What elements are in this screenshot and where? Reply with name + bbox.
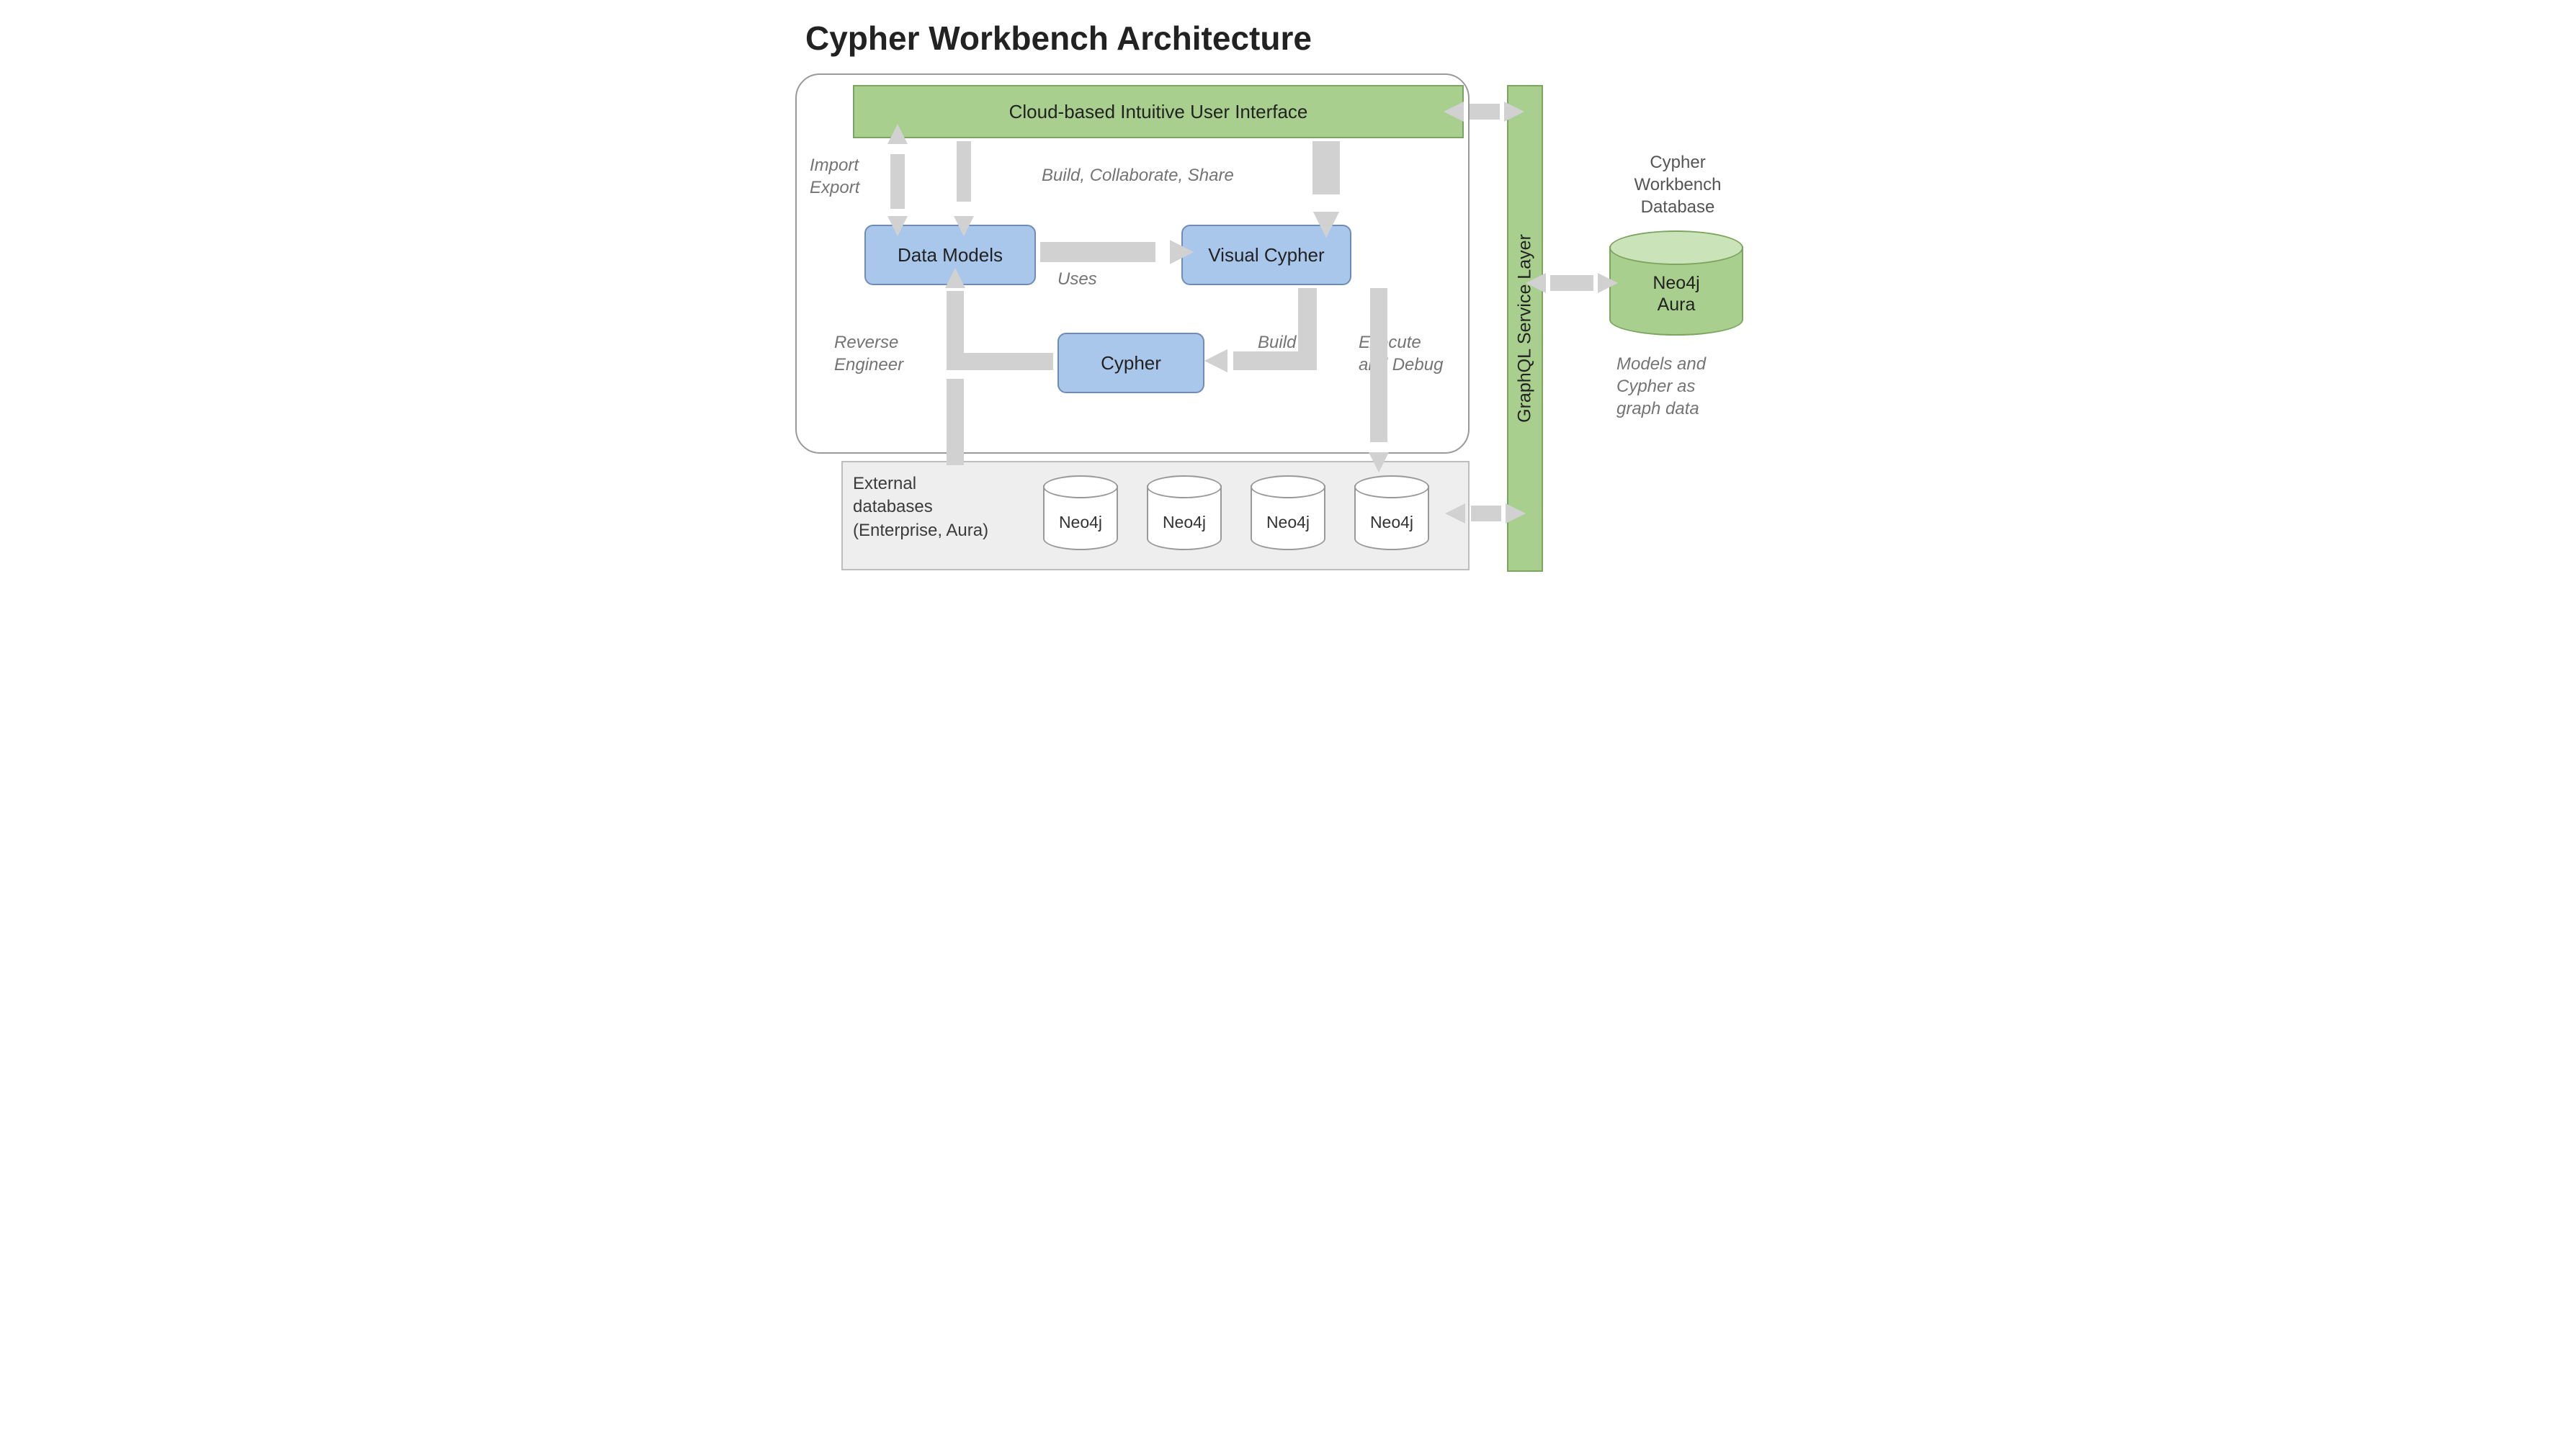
box-cypher: Cypher [1057, 333, 1204, 393]
db-label: Neo4j [1354, 513, 1429, 532]
label-uses: Uses [1057, 268, 1097, 290]
ui-bar-label: Cloud-based Intuitive User Interface [1009, 101, 1308, 123]
db-cylinder: Neo4j [1354, 475, 1429, 550]
external-databases-label: External databases (Enterprise, Aura) [853, 472, 988, 542]
box-data-models: Data Models [864, 225, 1036, 285]
graphql-service-layer: GraphQL Service Layer [1507, 85, 1543, 572]
box-visual-cypher-label: Visual Cypher [1208, 244, 1324, 266]
db-cylinder: Neo4j [1251, 475, 1325, 550]
box-cypher-label: Cypher [1101, 352, 1161, 374]
label-build: Build [1258, 331, 1296, 354]
graphql-service-layer-label: GraphQL Service Layer [1515, 234, 1536, 423]
label-build-collaborate-share: Build, Collaborate, Share [1042, 164, 1234, 187]
external-db-row: Neo4j Neo4j Neo4j Neo4j [1043, 475, 1429, 550]
aura-cylinder: Neo4j Aura [1609, 230, 1743, 336]
aura-cylinder-label: Neo4j Aura [1609, 272, 1743, 315]
ui-bar: Cloud-based Intuitive User Interface [853, 85, 1464, 138]
label-cypher-workbench-database: Cypher Workbench Database [1624, 151, 1732, 219]
label-import-export: Import Export [810, 154, 859, 199]
db-cylinder: Neo4j [1147, 475, 1222, 550]
diagram-title: Cypher Workbench Architecture [805, 19, 1312, 58]
db-label: Neo4j [1147, 513, 1222, 532]
db-cylinder: Neo4j [1043, 475, 1118, 550]
db-label: Neo4j [1251, 513, 1325, 532]
label-reverse-engineer: Reverse Engineer [834, 331, 903, 376]
box-data-models-label: Data Models [898, 244, 1003, 266]
label-execute-debug: Execute and Debug [1359, 331, 1443, 376]
db-label: Neo4j [1043, 513, 1118, 532]
label-models-cypher-graph-data: Models and Cypher as graph data [1616, 353, 1761, 421]
box-visual-cypher: Visual Cypher [1181, 225, 1351, 285]
